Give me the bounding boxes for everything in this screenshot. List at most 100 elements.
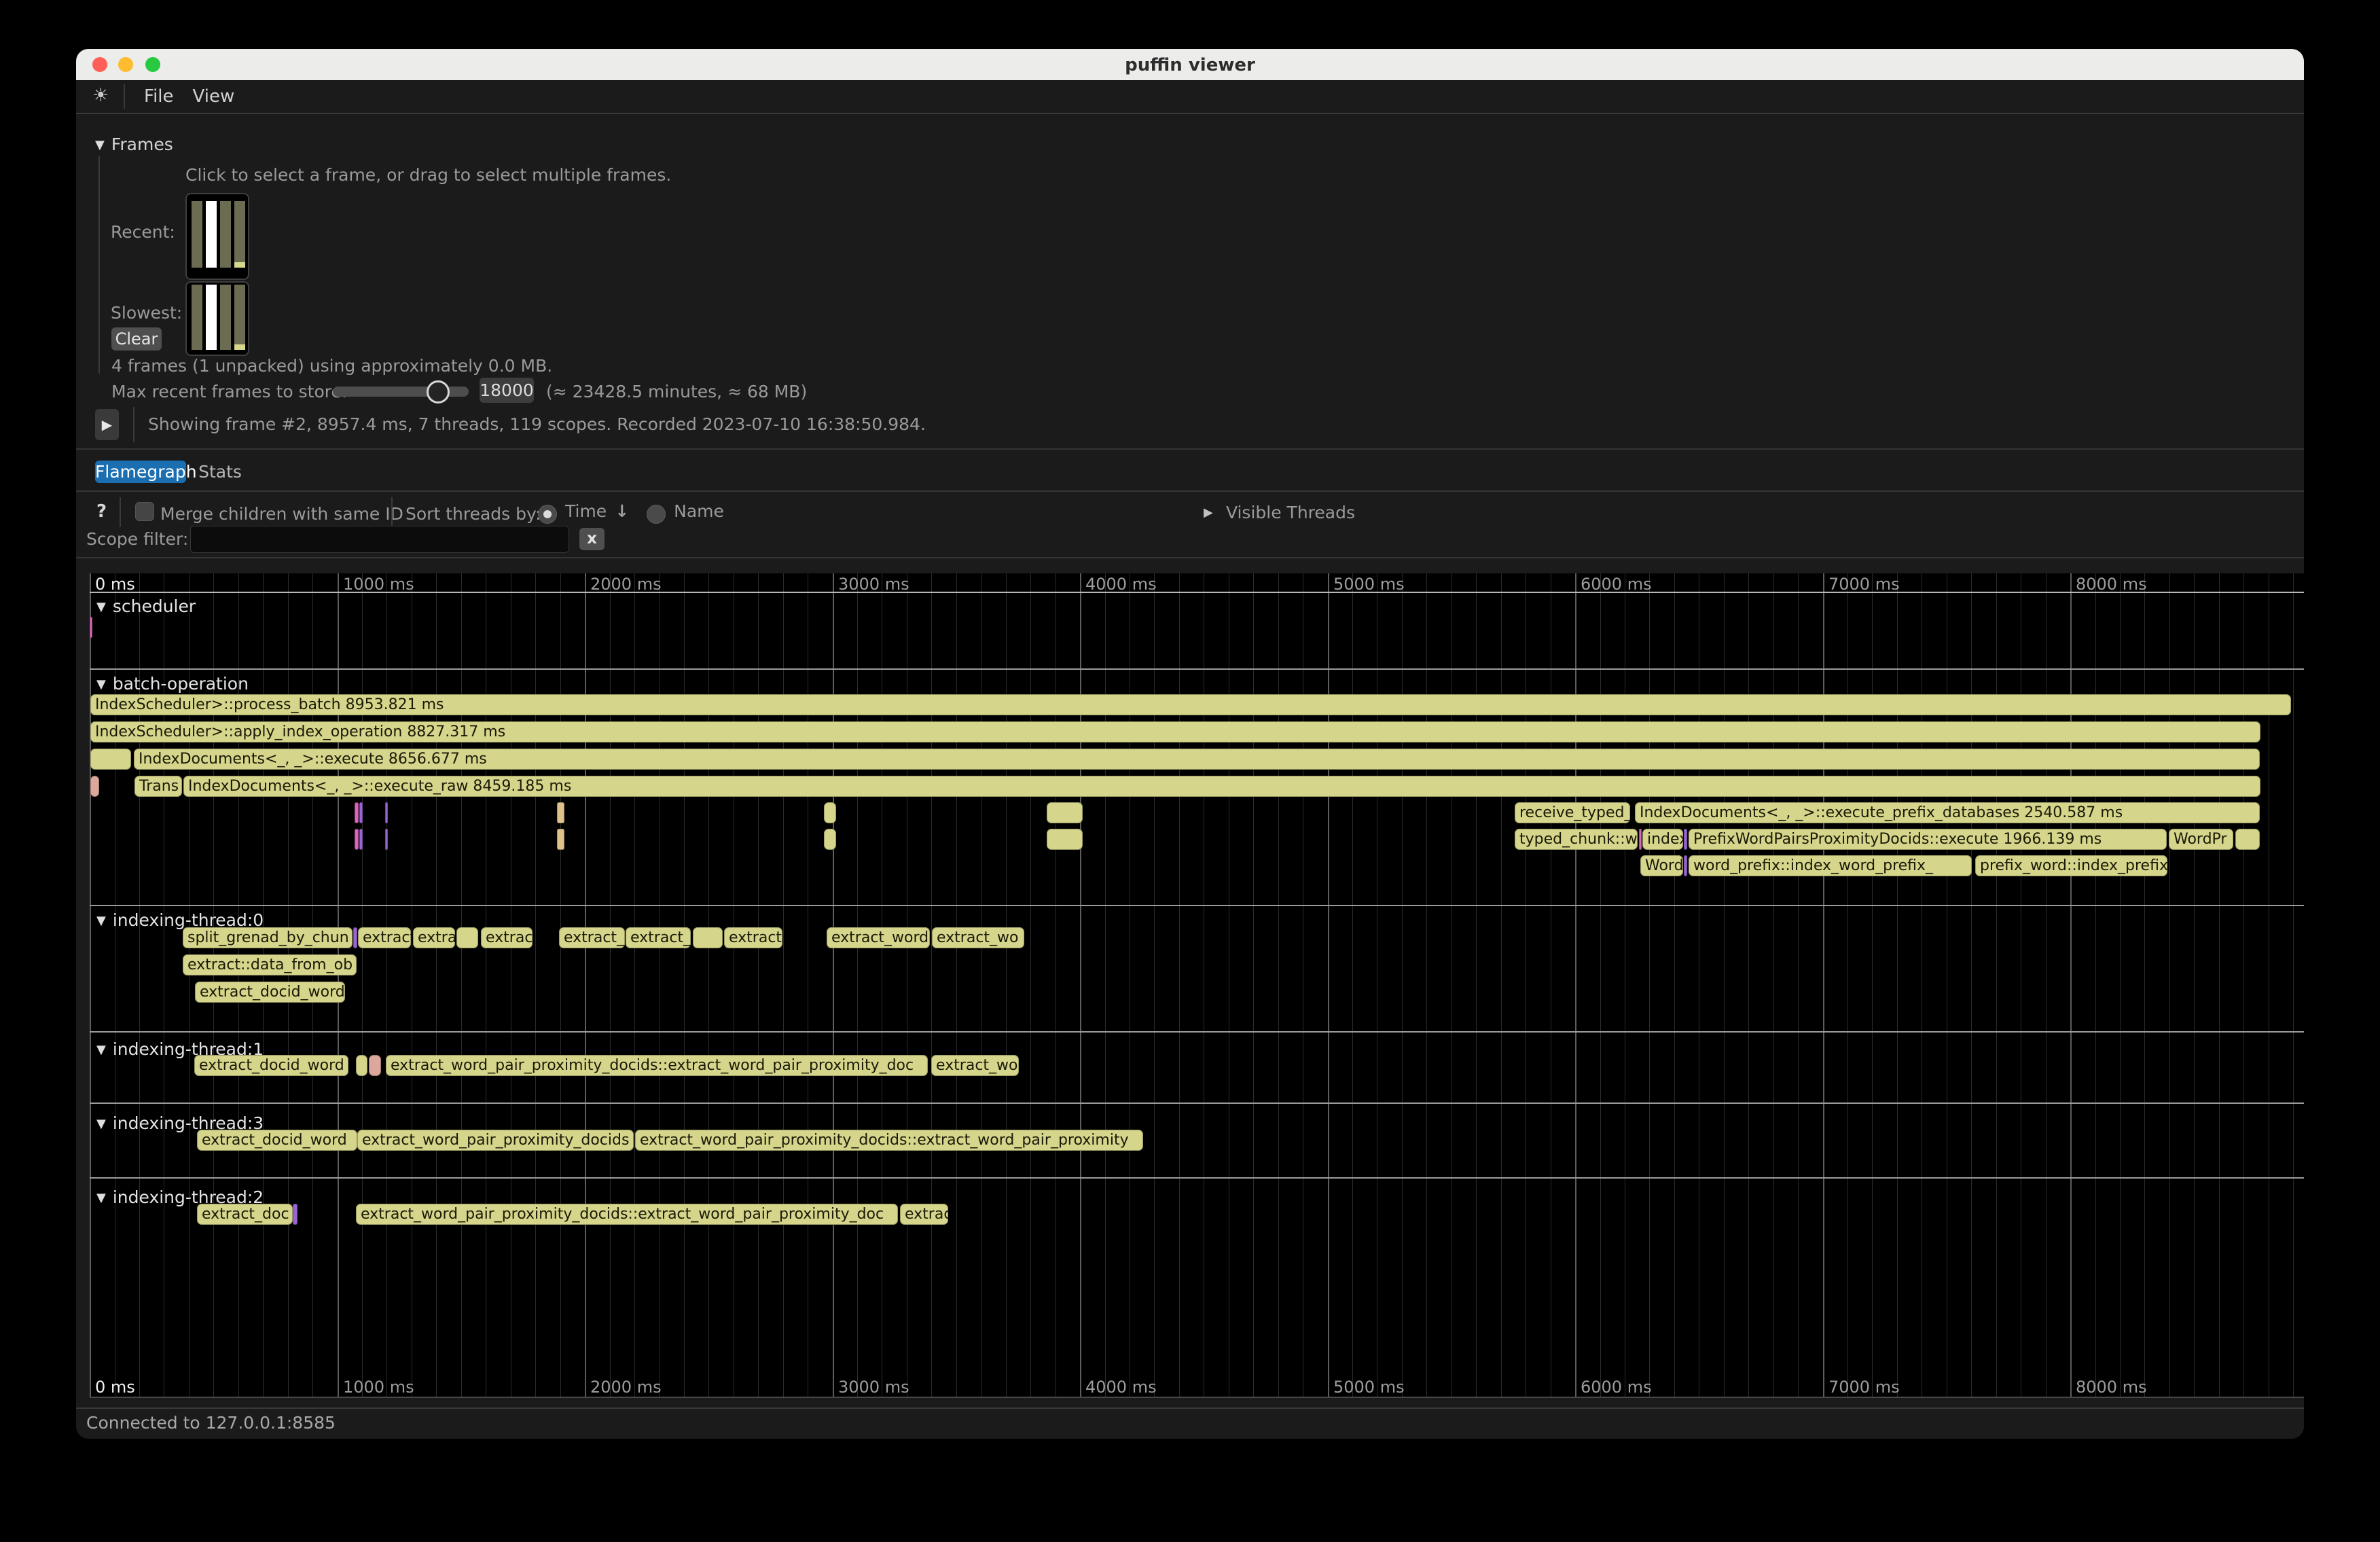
radio-time[interactable]	[538, 505, 557, 524]
scope-bar[interactable]: extract_docid_word	[197, 1130, 357, 1151]
clear-filter-button[interactable]: x	[579, 528, 605, 550]
scope-bar[interactable]: IndexDocuments<_, _>::execute 8656.677 m…	[134, 749, 2260, 770]
scope-bar[interactable]: extrac	[481, 927, 533, 948]
scope-bar[interactable]	[355, 829, 359, 850]
scope-bar[interactable]	[1684, 855, 1687, 876]
radio-name[interactable]	[647, 505, 666, 524]
scope-bar[interactable]: extract_word_pair_proximity_docids::extr…	[356, 1204, 898, 1225]
scope-bar[interactable]: extract_	[559, 927, 625, 948]
frames-section-header[interactable]: ▼Frames	[95, 135, 173, 154]
scope-bar[interactable]	[1684, 829, 1687, 850]
scope-bar[interactable]: Word	[1640, 855, 1683, 876]
titlebar[interactable]: puffin viewer	[76, 49, 2304, 80]
scope-bar[interactable]: extract_wo	[932, 927, 1024, 948]
chevron-right-icon: ▶	[1204, 505, 1213, 520]
scope-bar[interactable]	[90, 749, 131, 770]
scope-bar[interactable]: typed_chunk::w	[1515, 829, 1638, 850]
scope-bar[interactable]: receive_typed_	[1515, 802, 1630, 823]
scope-bar[interactable]	[385, 829, 388, 850]
scope-bar[interactable]	[355, 802, 359, 823]
scope-bar[interactable]: PrefixWordPairsProximityDocids::execute …	[1689, 829, 2167, 850]
scope-bar[interactable]	[1639, 829, 1642, 850]
sort-option-time[interactable]: Time↓	[538, 507, 629, 520]
scope-bar[interactable]: extract_word	[827, 927, 930, 948]
scope-bar[interactable]: extract_docid_word	[194, 1055, 348, 1076]
slowest-frames-thumbnail[interactable]	[185, 281, 249, 356]
thread-header-batch-operation[interactable]: ▼batch-operation	[96, 674, 249, 694]
gridline-minor	[2293, 573, 2294, 1397]
sort-threads-label: Sort threads by:	[405, 504, 541, 524]
scope-bar[interactable]: IndexDocuments<_, _>::execute_prefix_dat…	[1635, 802, 2260, 823]
frame-bar	[192, 285, 202, 350]
scope-bar[interactable]: WordPr	[2169, 829, 2233, 850]
scope-bar[interactable]	[359, 802, 363, 823]
merge-children-label: Merge children with same ID	[160, 504, 403, 524]
thread-header-scheduler[interactable]: ▼scheduler	[96, 596, 196, 616]
time-tick-top: 6000 ms	[1581, 575, 1652, 594]
collapse-triangle-icon: ▼	[96, 914, 106, 928]
scope-filter-input[interactable]	[190, 526, 569, 553]
scope-bar[interactable]: extra	[413, 927, 455, 948]
time-tick-bottom: 1000 ms	[343, 1378, 414, 1397]
scope-bar[interactable]	[369, 1055, 381, 1076]
menu-item-file[interactable]: File	[144, 86, 174, 107]
play-button[interactable]: ▶	[95, 409, 119, 440]
scope-bar[interactable]: extract::data_from_ob	[183, 954, 357, 975]
scope-bar[interactable]: index	[1642, 829, 1683, 850]
scope-bar[interactable]	[385, 802, 388, 823]
scope-bar[interactable]: extract_wo	[931, 1055, 1019, 1076]
scope-bar[interactable]	[293, 1204, 298, 1225]
scope-bar[interactable]: word_prefix::index_word_prefix_	[1689, 855, 1972, 876]
scope-bar[interactable]: prefix_word::index_prefix_wo	[1975, 855, 2167, 876]
scope-bar[interactable]: extract_doc	[197, 1204, 293, 1225]
scope-bar[interactable]	[824, 829, 836, 850]
scope-bar[interactable]	[356, 1055, 367, 1076]
scope-bar[interactable]: extract_word_pair_proximity_docids::extr…	[635, 1130, 1143, 1151]
time-tick-top: 7000 ms	[1828, 575, 1900, 594]
scope-bar[interactable]	[359, 829, 363, 850]
scope-bar[interactable]	[456, 927, 478, 948]
scope-bar[interactable]	[1047, 802, 1083, 823]
scope-bar[interactable]: Trans	[134, 776, 182, 797]
tab-flamegraph[interactable]: Flamegraph	[95, 461, 186, 483]
scope-bar[interactable]: split_grenad_by_chun	[183, 927, 353, 948]
flamegraph-canvas[interactable]: 0 ms0 ms1000 ms1000 ms2000 ms2000 ms3000…	[90, 573, 2304, 1398]
scope-bar[interactable]	[2235, 829, 2260, 850]
max-frames-slider-knob[interactable]	[427, 380, 450, 404]
scope-bar[interactable]: extract	[358, 927, 411, 948]
visible-threads-header[interactable]: ▶ Visible Threads	[1204, 503, 1355, 522]
scope-bar[interactable]	[90, 617, 92, 638]
scope-bar[interactable]: extrac	[900, 1204, 948, 1225]
max-frames-value[interactable]: 18000	[480, 378, 534, 403]
scope-bar[interactable]	[693, 927, 723, 948]
scope-bar[interactable]: extract_docid_word	[195, 982, 345, 1003]
scope-bar[interactable]: IndexDocuments<_, _>::execute_raw 8459.1…	[183, 776, 2260, 797]
scope-bar[interactable]: IndexScheduler>::process_batch 8953.821 …	[90, 694, 2291, 715]
sort-option-name[interactable]: Name	[647, 507, 724, 520]
frames-header-label: Frames	[111, 135, 173, 154]
theme-toggle-icon[interactable]: ☀	[92, 85, 109, 106]
frames-hint: Click to select a frame, or drag to sele…	[185, 165, 671, 185]
time-tick-top: 8000 ms	[2076, 575, 2147, 594]
scope-bar[interactable]	[353, 927, 357, 948]
scope-bar[interactable]	[557, 802, 564, 823]
tab-stats[interactable]: Stats	[196, 461, 245, 483]
scope-bar[interactable]	[557, 829, 564, 850]
scope-bar[interactable]: IndexScheduler>::apply_index_operation 8…	[90, 721, 2260, 742]
frame-bar	[192, 201, 202, 268]
time-tick-bottom: 4000 ms	[1085, 1378, 1157, 1397]
sort-options: Time↓ Name	[538, 501, 742, 524]
scope-bar[interactable]: extract_word_pair_proximity_docids	[357, 1130, 634, 1151]
time-tick-top: 0 ms	[95, 575, 135, 594]
help-button[interactable]: ?	[96, 501, 107, 522]
recent-frames-thumbnail[interactable]	[185, 193, 249, 280]
scope-bar[interactable]: extract_	[626, 927, 691, 948]
scope-bar[interactable]: extract_word_pair_proximity_docids::extr…	[386, 1055, 928, 1076]
scope-bar[interactable]	[1047, 829, 1083, 850]
menu-item-view[interactable]: View	[193, 86, 235, 107]
scope-bar[interactable]	[90, 776, 99, 797]
merge-children-checkbox[interactable]	[135, 502, 154, 521]
scope-bar[interactable]	[824, 802, 836, 823]
clear-button[interactable]: Clear	[111, 327, 162, 351]
scope-bar[interactable]: extract	[724, 927, 782, 948]
